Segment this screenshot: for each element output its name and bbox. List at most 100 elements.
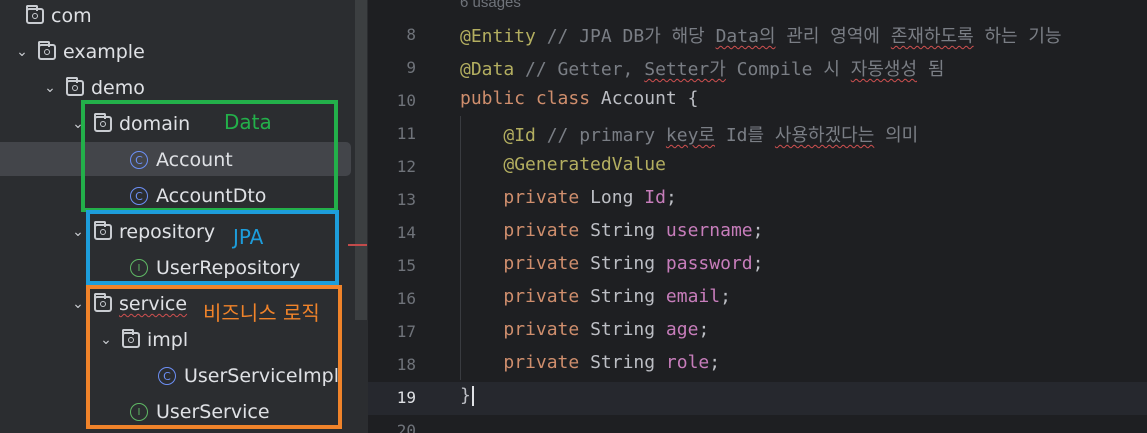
annotation-box-jpa (86, 210, 339, 285)
code-line[interactable]: @Entity // JPA DB가 해당 Data의 관리 영역에 존재하도록… (460, 22, 1062, 48)
code-line[interactable]: private String age; (460, 319, 709, 340)
line-number-gutter: 8 9 10 11 12 13 14 15 16 17 18 19 20 (368, 0, 456, 433)
comment-token: 하는 기능 (973, 26, 1062, 47)
chevron-down-icon[interactable]: ⌄ (68, 296, 88, 312)
tree-scrollbar[interactable] (355, 0, 367, 320)
line-number: 15 (396, 256, 416, 275)
field-token: Id (644, 187, 666, 208)
code-line[interactable]: @Data // Getter, Setter가 Compile 시 자동생성 … (460, 55, 944, 81)
keyword-token: private (503, 253, 591, 274)
line-number: 20 (396, 421, 416, 433)
annotation-token: @Entity (460, 26, 536, 47)
folder-icon (26, 5, 44, 24)
chevron-down-icon[interactable]: ⌄ (12, 44, 32, 60)
code-token: Long (590, 187, 645, 208)
line-number: 12 (396, 157, 416, 176)
annotation-label-service: 비즈니스 로직 (203, 301, 320, 325)
text-caret (471, 386, 474, 406)
field-token: role (665, 352, 710, 373)
line-number: 13 (396, 190, 416, 209)
usages-hint[interactable]: 6 usages (460, 0, 521, 11)
code-token: ; (665, 187, 677, 208)
line-number: 11 (396, 124, 416, 143)
field-token: email (665, 286, 721, 307)
field-token: password (665, 253, 753, 274)
line-number: 19 (396, 388, 416, 407)
comment-token: // JPA DB가 해당 (535, 26, 716, 47)
code-token: ; (709, 352, 721, 373)
comment-token: 의미 (874, 125, 919, 146)
keyword-token: private (503, 220, 591, 241)
folder-icon (38, 41, 56, 60)
comment-token: 사용하겠다는 (774, 125, 875, 146)
project-tree-panel: com ⌄ example ⌄ demo ⌄ domain C Account … (0, 0, 368, 433)
keyword-token: private (503, 352, 591, 373)
code-line[interactable]: @GeneratedValue (460, 154, 666, 175)
comment-token: 관리 영역에 (775, 26, 891, 47)
chevron-down-icon[interactable]: ⌄ (68, 224, 88, 240)
code-token: String (590, 220, 666, 241)
tree-item-com[interactable]: com (0, 0, 92, 34)
code-line[interactable]: private String password; (460, 253, 763, 274)
code-line[interactable]: public class Account { (460, 88, 698, 109)
line-number: 17 (396, 322, 416, 341)
folder-icon (66, 77, 84, 96)
current-line-highlight (368, 382, 1147, 415)
comment-token: Compile 시 (725, 59, 851, 80)
annotation-label-data: Data (224, 110, 272, 134)
comment-token: Data의 (715, 26, 776, 47)
line-number: 10 (396, 91, 416, 110)
code-token: String (590, 286, 666, 307)
tree-item-label: example (63, 41, 145, 63)
annotation-label-jpa: JPA (233, 225, 264, 249)
annotation-token: @Data (460, 59, 515, 80)
chevron-down-icon[interactable]: ⌄ (40, 80, 60, 96)
comment-token: Setter가 (644, 59, 726, 80)
code-line[interactable]: private Long Id; (460, 187, 677, 208)
code-token: ; (752, 253, 764, 274)
code-editor[interactable]: 6 usages 8 9 10 11 12 13 14 15 16 17 18 19 20 @Entit… (368, 0, 1147, 433)
tree-item-label: com (51, 5, 92, 27)
code-token: } (460, 385, 471, 406)
code-line[interactable]: private String role; (460, 352, 720, 373)
comment-token: Id를 (715, 125, 775, 146)
code-token: String (590, 253, 666, 274)
comment-token: // Getter, (514, 59, 645, 80)
line-number: 14 (396, 223, 416, 242)
annotation-token: @GeneratedValue (503, 154, 666, 175)
line-number: 18 (396, 355, 416, 374)
code-line[interactable]: private String username; (460, 220, 763, 241)
comment-token: 됨 (917, 59, 945, 80)
keyword-token: private (503, 286, 591, 307)
tree-item-label: demo (91, 77, 145, 99)
comment-token: // primary (535, 125, 666, 146)
code-token: ; (752, 220, 764, 241)
line-number: 8 (406, 25, 416, 44)
code-token: ; (720, 286, 731, 307)
keyword-token: private (503, 319, 591, 340)
comment-token: 자동생성 (850, 59, 918, 80)
keyword-token: private (503, 187, 591, 208)
error-marker (348, 244, 367, 246)
code-line[interactable]: } (460, 385, 474, 406)
comment-token: key로 (665, 125, 715, 146)
comment-token: 존재하도록 (890, 26, 974, 47)
line-number: 9 (406, 58, 416, 77)
annotation-token: @Id (503, 125, 536, 146)
annotation-box-data (81, 100, 338, 212)
code-line[interactable]: @Id // primary key로 Id를 사용하겠다는 의미 (460, 121, 918, 147)
code-token: String (590, 352, 666, 373)
field-token: username (665, 220, 753, 241)
keyword-token: public class (460, 88, 601, 109)
code-token: ; (698, 319, 710, 340)
tree-item-example[interactable]: ⌄ example (12, 34, 145, 70)
code-line[interactable]: private String email; (460, 286, 731, 307)
